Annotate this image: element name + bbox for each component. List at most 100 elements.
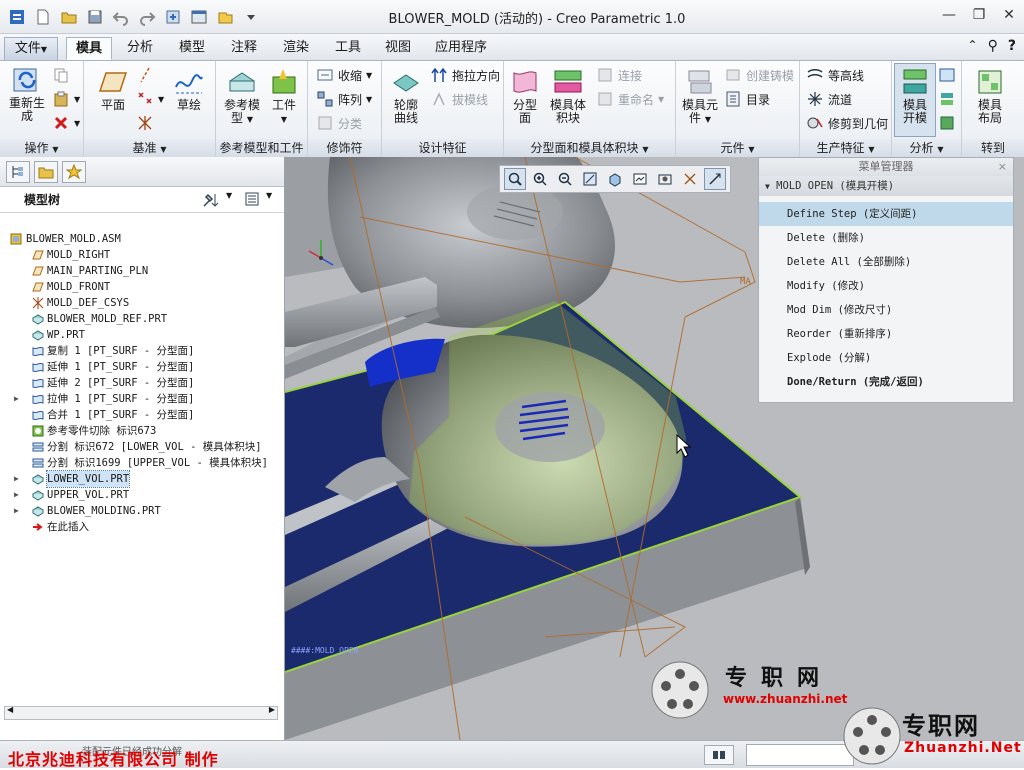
runner-button[interactable]: 流道 (806, 89, 852, 109)
tree-item[interactable]: MAIN_PARTING_PLN (0, 263, 284, 279)
tree-item[interactable]: ▶ 拉伸 1 [PT_SURF - 分型面] (0, 391, 284, 407)
model-tree-tab-icon[interactable] (6, 160, 30, 183)
tree-horizontal-scrollbar[interactable]: ◀ ▶ (4, 705, 278, 720)
sketch-button[interactable]: 草绘 (172, 67, 206, 112)
tab-tools[interactable]: 工具 (326, 37, 370, 60)
mold-volume-button[interactable]: 模具体 积块 (546, 67, 590, 125)
menu-item-mod-dim[interactable]: Mod Dim (修改尺寸) (759, 298, 1013, 322)
menu-item-reorder[interactable]: Reorder (重新排序) (759, 322, 1013, 346)
classify-button[interactable]: 分类 (316, 113, 362, 133)
group-label[interactable]: 基准 ▼ (84, 139, 215, 157)
customize-qat-icon[interactable] (240, 6, 262, 28)
display-style-icon[interactable] (604, 168, 626, 190)
collapse-ribbon-icon[interactable]: ⌃ (968, 38, 978, 54)
mold-component-button[interactable]: 模具元件 ▼ (678, 67, 722, 126)
group-label[interactable]: 生产特征 ▼ (800, 139, 891, 157)
expand-arrow-icon[interactable]: ▶ (14, 391, 19, 407)
windows-icon[interactable] (188, 6, 210, 28)
folder-browser-tab-icon[interactable] (34, 160, 58, 183)
create-casting-button[interactable]: 创建铸模 (724, 65, 794, 85)
draw-direction-button[interactable]: 拖拉方向 (430, 65, 500, 85)
menu-item-modify[interactable]: Modify (修改) (759, 274, 1013, 298)
help-icon[interactable]: ? (1008, 38, 1016, 54)
mold-open-button[interactable]: 模具 开模 (894, 63, 936, 137)
tree-item[interactable]: 在此插入 (0, 519, 284, 535)
tab-applications[interactable]: 应用程序 (428, 37, 494, 60)
group-label[interactable]: 元件 ▼ (676, 139, 799, 157)
tree-item[interactable]: 参考零件切除 标识673 (0, 423, 284, 439)
tab-render[interactable]: 渲染 (274, 37, 318, 60)
menu-item-done-return[interactable]: Done/Return (完成/返回) (759, 370, 1013, 394)
tree-item[interactable]: BLOWER_MOLD.ASM (0, 231, 284, 247)
zoom-in-icon[interactable] (529, 168, 551, 190)
close-window-icon[interactable] (214, 6, 236, 28)
tree-item[interactable]: ▶ UPPER_VOL.PRT (0, 487, 284, 503)
mold-layout-button[interactable]: 模具 布局 (968, 67, 1012, 125)
expand-arrow-icon[interactable]: ▶ (14, 487, 19, 503)
draft-check-button[interactable]: 拔模线 (430, 89, 488, 109)
search-icon[interactable]: ⚲ (988, 38, 998, 54)
tree-settings-dropdown[interactable]: ▼ (226, 191, 232, 200)
rename-button[interactable]: 重命名 ▼ (596, 89, 664, 109)
projected-area-button[interactable] (938, 113, 956, 133)
tab-view[interactable]: 视图 (376, 37, 420, 60)
minimize-button[interactable]: — (940, 6, 958, 24)
tree-item[interactable]: 合并 1 [PT_SURF - 分型面] (0, 407, 284, 423)
menu-item-define-step[interactable]: Define Step (定义间距) (759, 202, 1013, 226)
find-icon[interactable] (704, 745, 734, 765)
saved-views-icon[interactable] (629, 168, 651, 190)
tab-annotate[interactable]: 注释 (222, 37, 266, 60)
point-button[interactable]: ▼ (136, 89, 164, 109)
regenerate-button[interactable]: 重新生成 (6, 65, 48, 123)
tree-item[interactable]: ▶ BLOWER_MOLDING.PRT (0, 503, 284, 519)
tree-item[interactable]: BLOWER_MOLD_REF.PRT (0, 311, 284, 327)
csys-button[interactable] (136, 113, 154, 133)
catalog-button[interactable]: 目录 (724, 89, 770, 109)
group-label[interactable]: 分析 ▼ (892, 139, 961, 157)
group-label[interactable]: 操作 ▼ (0, 139, 83, 157)
favorites-tab-icon[interactable] (62, 160, 86, 183)
menu-item-delete[interactable]: Delete (删除) (759, 226, 1013, 250)
tree-item[interactable]: MOLD_DEF_CSYS (0, 295, 284, 311)
parting-surface-button[interactable]: 分型面 (508, 67, 542, 125)
pattern-button[interactable]: 阵列 ▼ (316, 89, 372, 109)
tree-item[interactable]: MOLD_RIGHT (0, 247, 284, 263)
tree-item[interactable]: ▶ LOWER_VOL.PRT (0, 470, 284, 488)
view-manager-icon[interactable] (654, 168, 676, 190)
tree-settings-icon[interactable] (200, 191, 222, 212)
tab-mold[interactable]: 模具 (66, 37, 112, 60)
axis-button[interactable] (136, 65, 154, 85)
app-icon[interactable] (6, 6, 28, 28)
tree-item[interactable]: 延伸 2 [PT_SURF - 分型面] (0, 375, 284, 391)
regenerate-icon[interactable] (162, 6, 184, 28)
refit-icon[interactable] (504, 168, 526, 190)
new-file-icon[interactable] (32, 6, 54, 28)
close-icon[interactable]: × (998, 158, 1007, 176)
restore-button[interactable]: ❐ (970, 6, 988, 24)
tree-show-icon[interactable] (244, 191, 260, 210)
delete-button[interactable]: ▼ (52, 113, 80, 133)
silhouette-curve-button[interactable]: 轮廓 曲线 (386, 67, 426, 125)
tab-model[interactable]: 模型 (170, 37, 214, 60)
copy-button[interactable] (52, 65, 70, 85)
annotation-display-icon[interactable] (704, 168, 726, 190)
expand-arrow-icon[interactable]: ▶ (14, 471, 19, 487)
trim-to-geometry-button[interactable]: 修剪到几何 (806, 113, 888, 133)
tree-item[interactable]: 复制 1 [PT_SURF - 分型面] (0, 343, 284, 359)
zoom-out-icon[interactable] (554, 168, 576, 190)
repaint-icon[interactable] (579, 168, 601, 190)
tab-file[interactable]: 文件▼ (4, 37, 58, 60)
selection-filter[interactable] (746, 744, 854, 766)
shrink-button[interactable]: 收缩 ▼ (316, 65, 372, 85)
expand-arrow-icon[interactable]: ▶ (14, 503, 19, 519)
close-button[interactable]: ✕ (1000, 6, 1018, 24)
redo-icon[interactable] (136, 6, 158, 28)
contour-button[interactable]: 等高线 (806, 65, 864, 85)
datum-display-icon[interactable] (679, 168, 701, 190)
menu-item-explode[interactable]: Explode (分解) (759, 346, 1013, 370)
group-label[interactable]: 分型面和模具体积块 ▼ (504, 139, 675, 157)
tree-item[interactable]: WP.PRT (0, 327, 284, 343)
tab-analysis[interactable]: 分析 (118, 37, 162, 60)
tree-item[interactable]: 分割 标识1699 [UPPER_VOL - 模具体积块] (0, 455, 284, 471)
tree-item[interactable]: 延伸 1 [PT_SURF - 分型面] (0, 359, 284, 375)
